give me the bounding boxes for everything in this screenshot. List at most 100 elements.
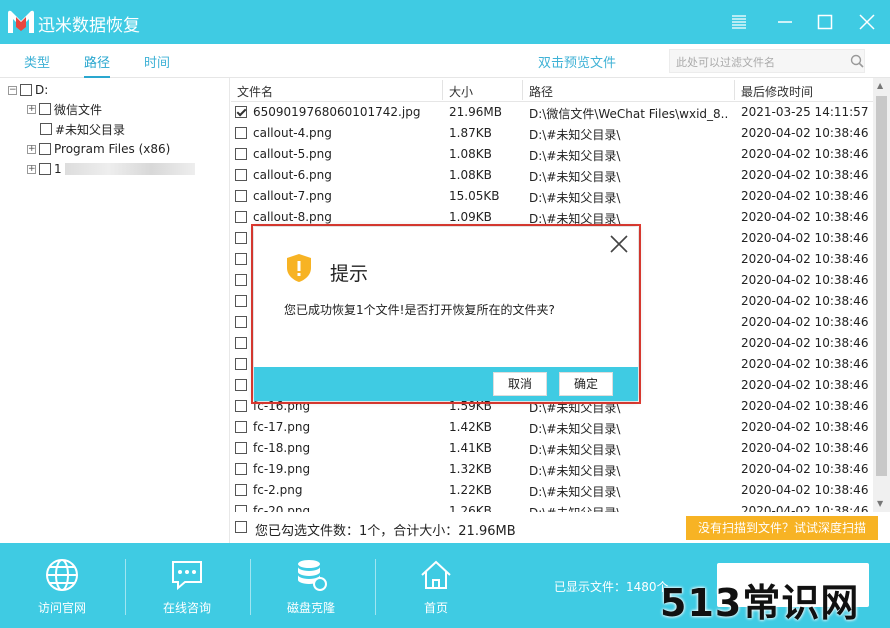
cell-name: callout-8.png <box>253 210 332 224</box>
row-checkbox[interactable] <box>235 358 247 370</box>
tree-checkbox[interactable] <box>39 143 51 155</box>
filter-input[interactable]: 此处可以过滤文件名 <box>669 49 865 73</box>
tree-item-program-files[interactable]: + Program Files (x86) <box>27 139 170 159</box>
tree-item-wechat[interactable]: + 微信文件 <box>27 99 102 119</box>
chat-icon <box>172 561 202 591</box>
cell-modified: 2020-04-02 10:38:46 <box>741 357 869 371</box>
col-size[interactable]: 大小 <box>449 83 473 100</box>
maximize-button[interactable] <box>811 8 839 36</box>
select-all-checkbox[interactable] <box>235 521 247 533</box>
warning-shield-icon <box>287 254 311 282</box>
row-checkbox[interactable] <box>235 148 247 160</box>
cell-path: D:\微信文件\WeChat Files\wxid_8... <box>529 107 729 121</box>
tree-checkbox[interactable] <box>39 163 51 175</box>
close-button[interactable] <box>853 8 881 36</box>
row-checkbox[interactable] <box>235 211 247 223</box>
cell-name: callout-7.png <box>253 189 332 203</box>
disk-clone-button[interactable]: 磁盘克隆 <box>266 557 356 616</box>
cancel-button[interactable]: 取消 <box>493 372 547 396</box>
cell-modified: 2020-04-02 10:38:46 <box>741 294 869 308</box>
cell-path: D:\#未知父目录\ <box>529 170 621 184</box>
expand-icon[interactable]: + <box>27 164 36 174</box>
table-row[interactable]: callout-7.png 15.05KB D:\#未知父目录\ 2020-04-02… <box>231 186 873 207</box>
scroll-thumb[interactable] <box>876 96 887 476</box>
table-row[interactable]: fc-17.png 1.42KB D:\#未知父目录\ 2020-04-02 10:3… <box>231 417 873 438</box>
online-consult-button[interactable]: 在线咨询 <box>142 557 232 616</box>
row-checkbox[interactable] <box>235 484 247 496</box>
table-row[interactable]: callout-4.png 1.87KB D:\#未知父目录\ 2020-04-02 … <box>231 123 873 144</box>
cell-modified: 2020-04-02 10:38:46 <box>741 420 869 434</box>
row-checkbox[interactable] <box>235 295 247 307</box>
expand-icon[interactable]: + <box>27 104 36 114</box>
tab-time[interactable]: 时间 <box>144 52 170 71</box>
tree-root[interactable]: − D: <box>8 80 48 100</box>
minimize-icon <box>778 21 792 23</box>
table-row[interactable]: fc-18.png 1.41KB D:\#未知父目录\ 2020-04-02 10:3… <box>231 438 873 459</box>
row-checkbox[interactable] <box>235 337 247 349</box>
menu-button[interactable] <box>725 8 753 36</box>
vertical-scrollbar[interactable]: ▲ ▼ <box>873 78 890 512</box>
row-checkbox[interactable] <box>235 442 247 454</box>
cell-size: 21.96MB <box>449 105 502 119</box>
table-row[interactable]: callout-5.png 1.08KB D:\#未知父目录\ 2020-04-02 … <box>231 144 873 165</box>
row-checkbox[interactable] <box>235 463 247 475</box>
cell-modified: 2020-04-02 10:38:46 <box>741 399 869 413</box>
tree-checkbox[interactable] <box>39 103 51 115</box>
table-row[interactable]: fc-19.png 1.32KB D:\#未知父目录\ 2020-04-02 10:3… <box>231 459 873 480</box>
cell-path: D:\#未知父目录\ <box>529 443 621 457</box>
row-checkbox[interactable] <box>235 232 247 244</box>
scroll-up-icon[interactable]: ▲ <box>877 81 883 90</box>
tree-checkbox[interactable] <box>40 123 52 135</box>
dialog-close-button[interactable] <box>610 231 628 258</box>
table-row[interactable]: 6509019768060101742.jpg 21.96MB D:\微信文件\We… <box>231 102 873 123</box>
tree-item-blurred[interactable]: + 1 <box>27 159 195 179</box>
tree-item-unknown-parent[interactable]: #未知父目录 <box>40 119 125 139</box>
row-checkbox[interactable] <box>235 421 247 433</box>
recovery-prompt-dialog: 提示 您已成功恢复1个文件!是否打开恢复所在的文件夹? 取消 确定 <box>254 227 638 401</box>
table-row[interactable]: fc-2.png 1.22KB D:\#未知父目录\ 2020-04-02 10:38… <box>231 480 873 501</box>
table-row[interactable]: callout-6.png 1.08KB D:\#未知父目录\ 2020-04-02 … <box>231 165 873 186</box>
cell-size: 1.87KB <box>449 126 492 140</box>
watermark-text: 513常识网 <box>660 581 860 625</box>
row-checkbox[interactable] <box>235 127 247 139</box>
row-checkbox[interactable] <box>235 400 247 412</box>
col-path[interactable]: 路径 <box>529 83 553 100</box>
close-icon <box>859 14 875 30</box>
deep-scan-button[interactable]: 没有扫描到文件？试试深度扫描 <box>686 516 878 540</box>
row-checkbox[interactable] <box>235 379 247 391</box>
collapse-icon[interactable]: − <box>8 85 17 95</box>
row-checkbox[interactable] <box>235 274 247 286</box>
footer-label: 磁盘克隆 <box>286 601 335 615</box>
row-checkbox[interactable] <box>235 169 247 181</box>
search-icon[interactable] <box>850 54 864 68</box>
col-name[interactable]: 文件名 <box>237 83 273 100</box>
row-checkbox[interactable] <box>235 106 247 118</box>
title-bar: 迅米数据恢复 <box>0 0 890 44</box>
row-checkbox[interactable] <box>235 316 247 328</box>
col-modified[interactable]: 最后修改时间 <box>741 83 813 100</box>
expand-icon[interactable]: + <box>27 144 36 154</box>
cell-size: 1.08KB <box>449 147 492 161</box>
row-checkbox[interactable] <box>235 253 247 265</box>
minimize-button[interactable] <box>771 8 799 36</box>
cell-modified: 2020-04-02 10:38:46 <box>741 189 869 203</box>
cell-modified: 2021-03-25 14:11:57 <box>741 105 869 119</box>
tab-type[interactable]: 类型 <box>24 52 50 71</box>
row-checkbox[interactable] <box>235 505 247 512</box>
cell-path: D:\#未知父目录\ <box>529 485 621 499</box>
directory-tree: − D: + 微信文件 #未知父目录 + Program Files (x86)… <box>0 78 230 543</box>
confirm-button[interactable]: 确定 <box>559 372 613 396</box>
app-logo-icon <box>8 10 34 33</box>
home-button[interactable]: 首页 <box>391 557 481 616</box>
scroll-down-icon[interactable]: ▼ <box>877 499 883 508</box>
tree-checkbox[interactable] <box>20 84 32 96</box>
row-checkbox[interactable] <box>235 190 247 202</box>
cell-path: D:\#未知父目录\ <box>529 504 729 512</box>
database-icon <box>298 560 327 591</box>
visit-website-button[interactable]: 访问官网 <box>17 557 107 616</box>
tab-path[interactable]: 路径 <box>84 52 111 78</box>
app-title: 迅米数据恢复 <box>38 16 140 36</box>
table-row[interactable]: fc-20.png 1.26KB D:\#未知父目录\ 2020-04-02 10:3… <box>231 501 873 512</box>
tree-label: 微信文件 <box>54 102 103 117</box>
cell-size: 15.05KB <box>449 189 500 203</box>
